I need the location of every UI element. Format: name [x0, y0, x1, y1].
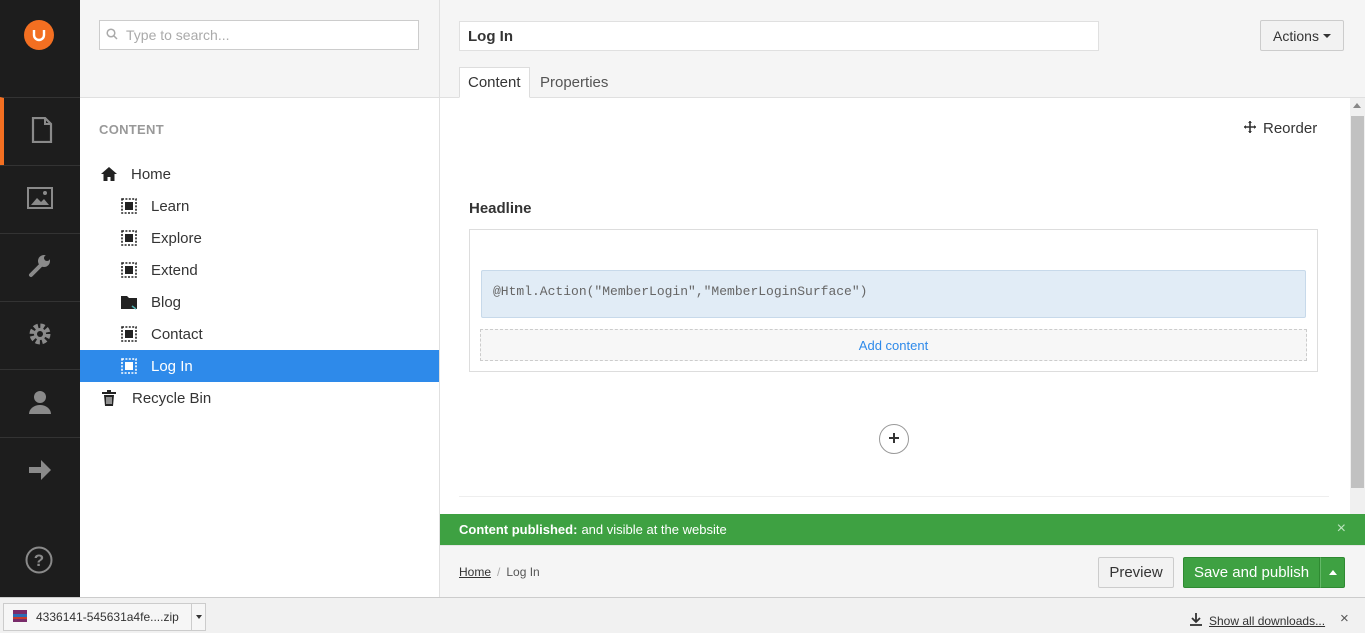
- tree-header: [80, 0, 439, 98]
- tree-node-learn[interactable]: Learn: [80, 190, 439, 222]
- caret-up-icon: [1328, 570, 1337, 575]
- document-frame-icon: [119, 324, 139, 344]
- rail-forms-section[interactable]: [0, 437, 80, 505]
- rail-content-section[interactable]: [0, 97, 80, 165]
- reorder-button[interactable]: Reorder: [1244, 120, 1317, 137]
- gear-icon: [27, 321, 53, 350]
- notification-title: Content published:: [459, 522, 578, 537]
- grid-row: @Html.Action("MemberLogin","MemberLoginS…: [469, 229, 1318, 372]
- tree-node-extend[interactable]: Extend: [80, 254, 439, 286]
- download-file-name: 4336141-545631a4fe....zip: [36, 610, 179, 624]
- add-content-button[interactable]: Add content: [480, 329, 1307, 361]
- folder-icon: [119, 292, 139, 312]
- tab-content[interactable]: Content: [459, 67, 530, 98]
- download-icon: [1189, 612, 1203, 629]
- tree-node-label: Explore: [151, 229, 202, 247]
- breadcrumb: Home / Log In: [459, 565, 540, 579]
- preview-label: Preview: [1109, 564, 1163, 581]
- rail-media-section[interactable]: [0, 165, 80, 233]
- tree-node-explore[interactable]: Explore: [80, 222, 439, 254]
- preview-button[interactable]: Preview: [1098, 557, 1174, 588]
- divider: [459, 496, 1329, 497]
- editor-body: Reorder Headline @Html.Action("MemberLog…: [440, 98, 1350, 514]
- save-label: Save and publish: [1193, 564, 1310, 581]
- tree-node-log-in[interactable]: Log In: [80, 350, 439, 382]
- umbraco-logo-icon[interactable]: [24, 20, 54, 50]
- reorder-label: Reorder: [1263, 120, 1318, 137]
- save-and-publish-button[interactable]: Save and publish: [1183, 557, 1320, 588]
- search-input[interactable]: [126, 27, 406, 43]
- section-rail: ?: [0, 0, 80, 597]
- document-frame-icon: [119, 196, 139, 216]
- document-frame-icon: [119, 228, 139, 248]
- caret-down-icon: [1322, 33, 1331, 38]
- image-icon: [27, 187, 53, 212]
- tab-label: Properties: [540, 74, 609, 91]
- content-tree-panel: CONTENT Home Learn Explore Extend Blog C: [80, 0, 440, 597]
- scroll-thumb[interactable]: [1351, 116, 1364, 488]
- actions-button[interactable]: Actions: [1260, 20, 1344, 51]
- save-options-toggle[interactable]: [1320, 557, 1345, 588]
- macro-control[interactable]: @Html.Action("MemberLogin","MemberLoginS…: [481, 270, 1306, 318]
- tree-node-label: Recycle Bin: [132, 389, 212, 407]
- show-all-downloads[interactable]: Show all downloads...: [1189, 612, 1325, 629]
- document-frame-icon: [119, 260, 139, 280]
- editor-header: Actions Content Properties: [440, 0, 1365, 98]
- success-notification: Content published: and visible at the we…: [440, 514, 1365, 545]
- rail-users-section[interactable]: [0, 369, 80, 437]
- help-icon[interactable]: ?: [25, 546, 53, 574]
- arrow-right-icon: [27, 458, 53, 485]
- document-frame-icon: [119, 356, 139, 376]
- headline-label: Headline: [469, 200, 532, 217]
- document-icon: [31, 116, 53, 146]
- tree-node-label: Blog: [151, 293, 182, 311]
- tree-node-recycle-bin[interactable]: Recycle Bin: [80, 382, 439, 414]
- tree-node-label: Log In: [151, 357, 193, 375]
- download-item[interactable]: 4336141-545631a4fe....zip: [3, 603, 206, 631]
- tab-properties[interactable]: Properties: [532, 67, 616, 98]
- search-box[interactable]: [99, 20, 419, 50]
- notification-text: and visible at the website: [581, 522, 727, 537]
- editor-footer: Home / Log In Preview Save and publish: [440, 545, 1365, 597]
- add-content-label: Add content: [858, 337, 929, 353]
- rail-developer-section[interactable]: [0, 301, 80, 369]
- download-menu-toggle[interactable]: [191, 604, 205, 630]
- content-name-input[interactable]: [459, 21, 1099, 51]
- macro-text: @Html.Action("MemberLogin","MemberLoginS…: [493, 284, 868, 299]
- tree-node-label: Extend: [151, 261, 198, 279]
- show-all-link[interactable]: Show all downloads...: [1209, 614, 1325, 628]
- editor-scrollbar[interactable]: [1350, 98, 1365, 514]
- tree-node-label: Home: [131, 165, 172, 183]
- download-bar: 4336141-545631a4fe....zip Show all downl…: [0, 597, 1365, 633]
- tree-node-label: Contact: [151, 325, 203, 343]
- move-icon: [1244, 120, 1256, 137]
- breadcrumb-home[interactable]: Home: [459, 565, 491, 579]
- tree-node-label: Learn: [151, 197, 190, 215]
- tree-node-contact[interactable]: Contact: [80, 318, 439, 350]
- tree-section-title: CONTENT: [99, 122, 164, 137]
- svg-text:?: ?: [34, 551, 44, 570]
- archive-icon: [12, 608, 28, 627]
- add-row-button[interactable]: [879, 424, 909, 454]
- breadcrumb-current: Log In: [506, 565, 540, 579]
- tab-label: Content: [468, 74, 521, 91]
- close-icon[interactable]: ×: [1337, 520, 1346, 538]
- tree-node-blog[interactable]: Blog: [80, 286, 439, 318]
- close-icon[interactable]: ×: [1340, 610, 1349, 627]
- home-icon: [99, 164, 119, 184]
- search-icon: [106, 27, 118, 43]
- tree-node-home[interactable]: Home: [80, 158, 439, 190]
- actions-label: Actions: [1273, 27, 1319, 44]
- plus-icon: [888, 431, 900, 447]
- wrench-icon: [27, 253, 53, 282]
- trash-icon: [99, 388, 119, 408]
- chevron-down-icon: [195, 615, 202, 619]
- user-icon: [27, 389, 53, 418]
- scroll-up-icon[interactable]: [1353, 103, 1361, 108]
- breadcrumb-separator: /: [497, 565, 501, 579]
- rail-settings-section[interactable]: [0, 233, 80, 301]
